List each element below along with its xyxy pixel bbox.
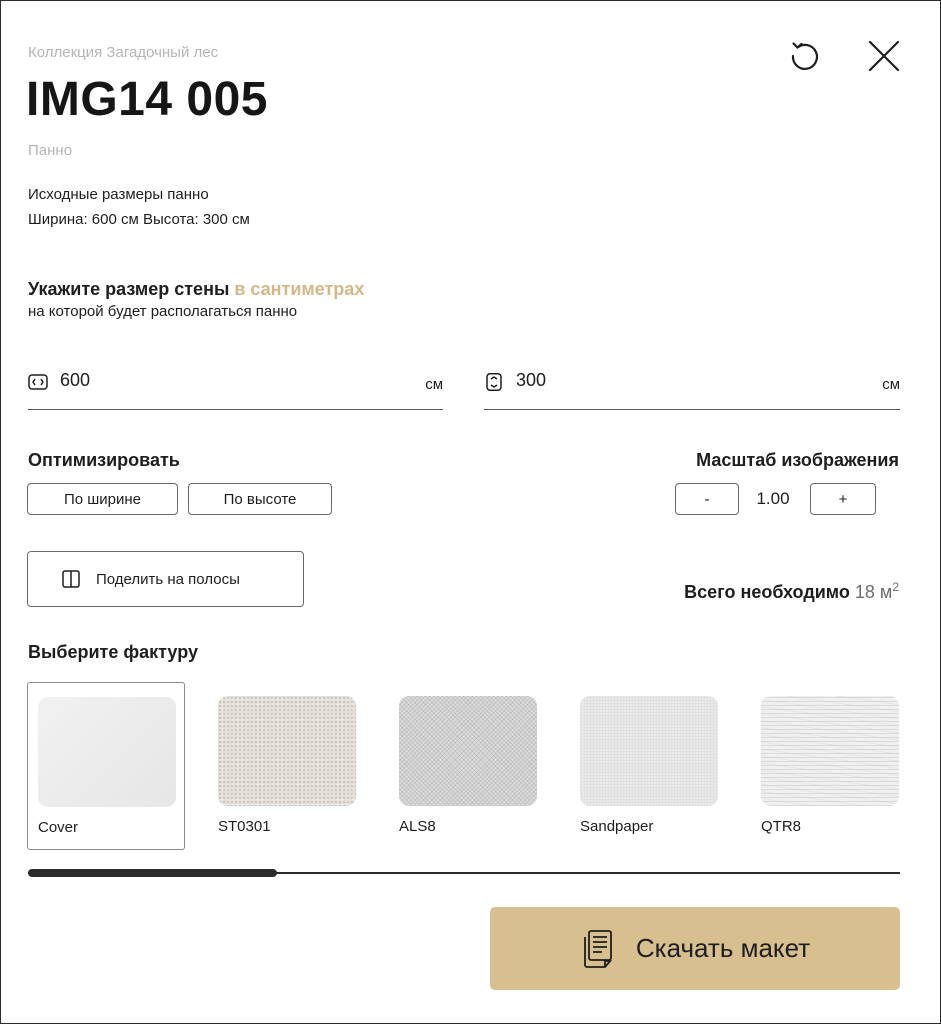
height-icon (486, 373, 502, 391)
optimize-by-height-button[interactable]: По высоте (188, 483, 332, 515)
total-label: Всего необходимо (684, 582, 850, 602)
texture-item-qtr8[interactable]: QTR8 (751, 682, 909, 850)
original-size-dims: Ширина: 600 см Высота: 300 см (28, 211, 250, 228)
close-icon (868, 40, 900, 72)
texture-swatch (399, 696, 537, 806)
original-size-heading: Исходные размеры панно (28, 186, 209, 203)
reset-icon (791, 42, 818, 70)
texture-name: ALS8 (399, 818, 436, 835)
wall-size-title-text: Укажите размер стены (28, 279, 230, 299)
total-unit-power: 2 (892, 580, 899, 594)
close-button[interactable] (866, 38, 902, 74)
total-required: Всего необходимо 18 м2 (684, 580, 899, 603)
scale-value: 1.00 (756, 489, 790, 508)
texture-item-cover[interactable]: Cover (27, 682, 185, 850)
download-layout-button[interactable]: Скачать макет (490, 907, 900, 990)
wall-size-title: Укажите размер стены в сантиметрах (28, 279, 364, 300)
width-field[interactable]: см (28, 360, 443, 410)
height-input[interactable] (516, 370, 716, 391)
texture-swatch (38, 697, 176, 807)
split-button-label: Поделить на полосы (96, 570, 240, 588)
optimize-by-width-button[interactable]: По ширине (27, 483, 178, 515)
wall-size-title-accent: в сантиметрах (234, 279, 365, 299)
scale-label: Масштаб изображения (696, 450, 899, 470)
texture-scrollbar-thumb[interactable] (28, 869, 277, 877)
document-icon (583, 929, 612, 968)
texture-name: QTR8 (761, 818, 802, 835)
texture-name: Cover (38, 819, 79, 836)
texture-label: Выберите фактуру (28, 642, 198, 662)
width-icon (28, 374, 48, 390)
optimize-label: Оптимизировать (28, 450, 180, 470)
split-into-strips-button[interactable]: Поделить на полосы (27, 551, 304, 607)
download-button-label: Скачать макет (635, 933, 811, 963)
product-type: Панно (28, 142, 73, 159)
texture-swatch (580, 696, 718, 806)
texture-item-sandpaper[interactable]: Sandpaper (570, 682, 728, 850)
product-title: IMG14 005 (26, 73, 268, 126)
wall-size-subtitle: на которой будет располагаться панно (28, 303, 298, 320)
collection-name: Коллекция Загадочный лес (28, 44, 219, 61)
original-size-info: Исходные размеры панно Ширина: 600 см Вы… (28, 182, 250, 232)
texture-item-als8[interactable]: ALS8 (389, 682, 547, 850)
width-unit: см (425, 376, 443, 393)
scale-decrease-button[interactable]: - (675, 483, 739, 515)
split-columns-icon (62, 570, 80, 588)
texture-name: ST0301 (218, 818, 271, 835)
texture-swatch (761, 696, 899, 806)
height-unit: см (882, 376, 900, 393)
height-field[interactable]: см (484, 360, 900, 410)
reset-button[interactable] (787, 38, 823, 74)
texture-name: Sandpaper (580, 818, 654, 835)
width-input[interactable] (60, 370, 260, 391)
texture-item-st0301[interactable]: ST0301 (208, 682, 366, 850)
total-value: 18 м (854, 582, 893, 602)
texture-list: Cover ST0301 ALS8 Sandpaper QTR8 (27, 682, 899, 852)
scale-increase-button[interactable]: + (810, 483, 876, 515)
texture-swatch (218, 696, 356, 806)
